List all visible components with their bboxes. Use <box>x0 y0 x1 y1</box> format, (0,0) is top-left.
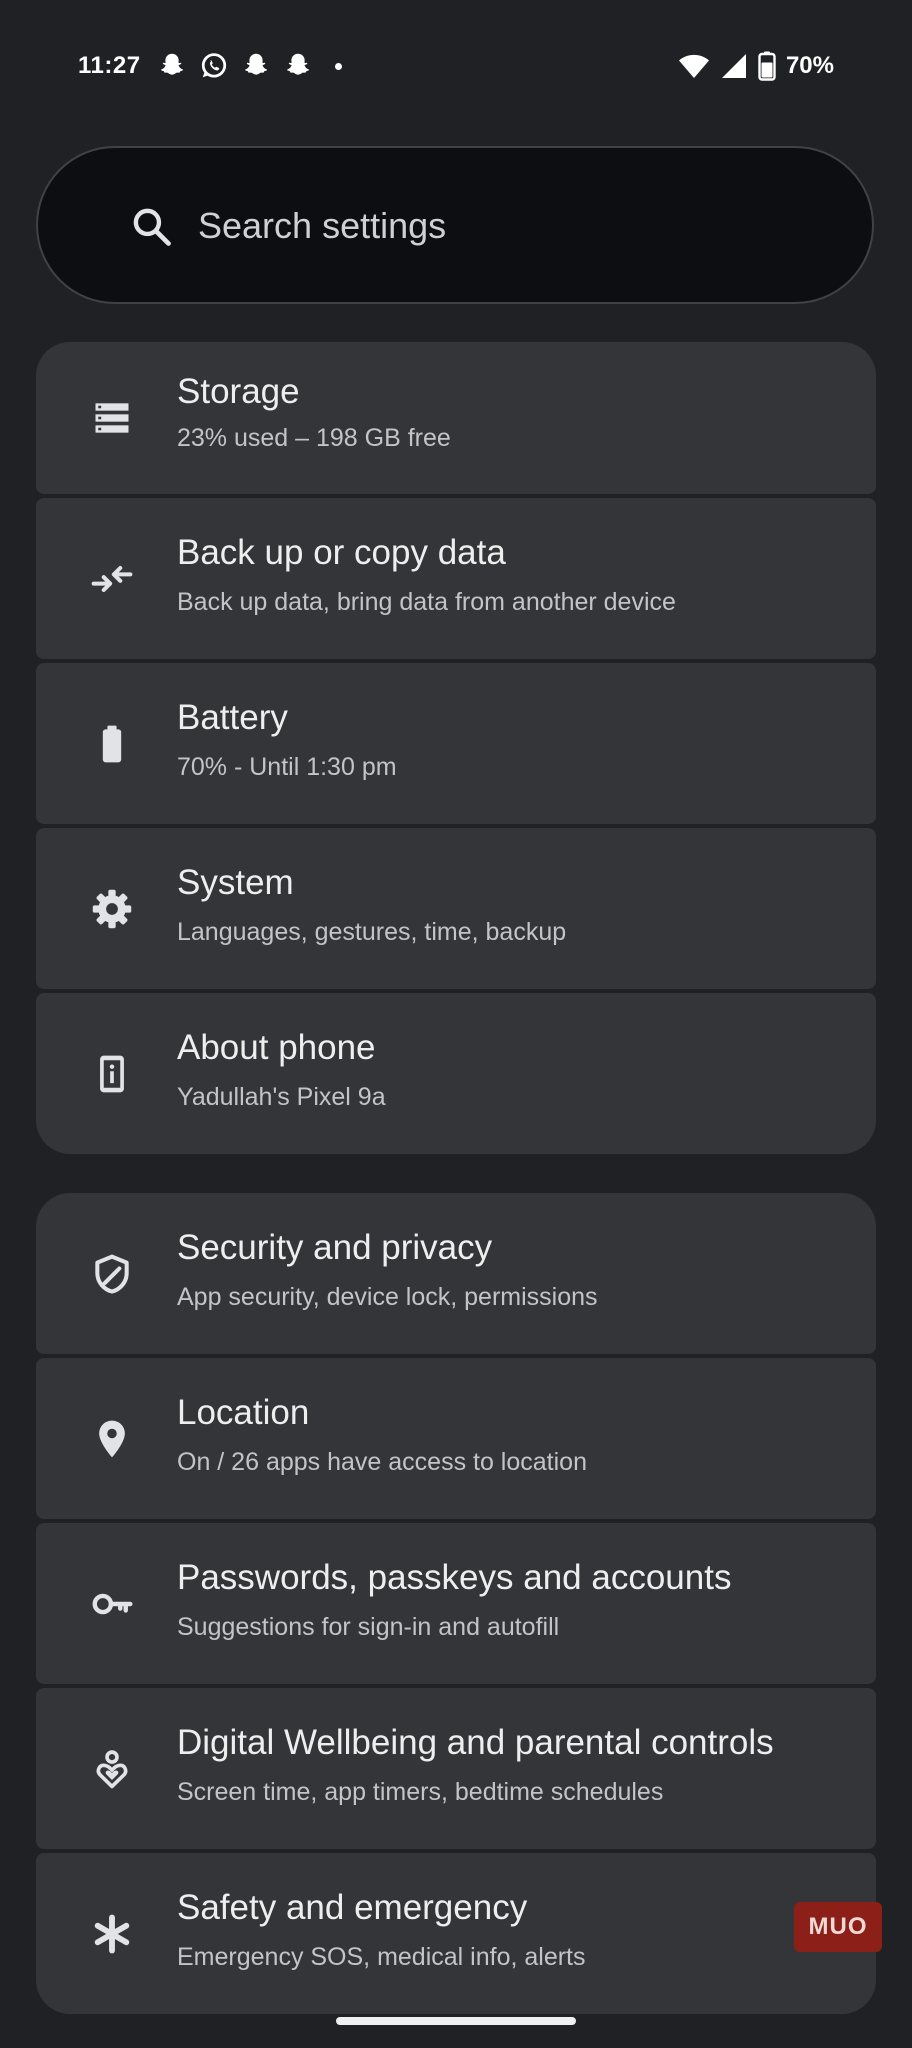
whatsapp-icon <box>201 53 226 78</box>
settings-item-storage[interactable]: Storage 23% used – 198 GB free <box>36 342 876 494</box>
status-bar-right: 70% <box>678 48 834 84</box>
settings-item-about-phone[interactable]: About phone Yadullah's Pixel 9a <box>36 993 876 1154</box>
settings-item-title: Passwords, passkeys and accounts <box>177 1558 732 1597</box>
snapchat-icon <box>286 53 309 75</box>
battery-icon <box>102 725 122 762</box>
settings-item-subtitle: 23% used – 198 GB free <box>177 424 451 452</box>
settings-item-safety-emergency[interactable]: Safety and emergency Emergency SOS, medi… <box>36 1853 876 2014</box>
settings-item-title: Security and privacy <box>177 1228 493 1267</box>
shield-icon <box>95 1254 129 1294</box>
settings-item-battery[interactable]: Battery 70% - Until 1:30 pm <box>36 663 876 824</box>
gear-icon <box>92 889 132 928</box>
cell-signal-icon <box>721 54 746 78</box>
search-placeholder: Search settings <box>198 205 447 246</box>
settings-item-subtitle: Emergency SOS, medical info, alerts <box>177 1943 586 1971</box>
watermark-text: MUO <box>808 1913 868 1940</box>
settings-item-title: Digital Wellbeing and parental controls <box>177 1723 774 1762</box>
snapchat-icon <box>160 53 183 75</box>
location-pin-icon <box>99 1420 125 1457</box>
settings-item-digital-wellbeing[interactable]: Digital Wellbeing and parental controls … <box>36 1688 876 1849</box>
battery-status-icon <box>758 51 776 81</box>
settings-item-subtitle: Suggestions for sign-in and autofill <box>177 1613 560 1641</box>
settings-item-title: Back up or copy data <box>177 533 506 572</box>
wifi-icon <box>678 54 709 78</box>
key-icon <box>92 1593 133 1614</box>
settings-item-subtitle: 70% - Until 1:30 pm <box>177 753 397 781</box>
settings-item-title: Battery <box>177 698 288 737</box>
settings-item-title: About phone <box>177 1028 376 1067</box>
settings-item-title: System <box>177 863 294 902</box>
settings-item-title: Location <box>177 1393 310 1432</box>
site-watermark: MUO <box>794 1902 882 1952</box>
settings-item-security-privacy[interactable]: Security and privacy App security, devic… <box>36 1193 876 1354</box>
more-notifications-dot <box>334 62 342 70</box>
snapchat-icon <box>244 53 267 75</box>
settings-item-subtitle: Languages, gestures, time, backup <box>177 918 567 946</box>
settings-item-subtitle: App security, device lock, permissions <box>177 1283 598 1311</box>
settings-item-subtitle: On / 26 apps have access to location <box>177 1448 587 1476</box>
backup-transfer-icon <box>91 565 133 592</box>
settings-item-passwords-accounts[interactable]: Passwords, passkeys and accounts Suggest… <box>36 1523 876 1684</box>
settings-item-title: Safety and emergency <box>177 1888 528 1927</box>
wellbeing-icon <box>96 1749 128 1788</box>
search-icon <box>133 208 171 246</box>
settings-item-subtitle: Back up data, bring data from another de… <box>177 588 676 616</box>
status-bar-left: 11:27 <box>78 48 342 84</box>
battery-percent: 70% <box>785 52 834 79</box>
status-bar: 11:27 70% <box>0 0 912 130</box>
search-settings-bar[interactable]: Search settings <box>36 146 874 304</box>
settings-item-backup[interactable]: Back up or copy data Back up data, bring… <box>36 498 876 659</box>
settings-item-location[interactable]: Location On / 26 apps have access to loc… <box>36 1358 876 1519</box>
settings-item-system[interactable]: System Languages, gestures, time, backup <box>36 828 876 989</box>
gesture-navigation-bar[interactable] <box>336 2017 576 2025</box>
phone-info-icon <box>100 1055 124 1092</box>
storage-icon <box>95 403 129 433</box>
settings-item-title: Storage <box>177 372 300 411</box>
settings-item-subtitle: Yadullah's Pixel 9a <box>177 1083 386 1111</box>
settings-item-subtitle: Screen time, app timers, bedtime schedul… <box>177 1778 664 1806</box>
asterisk-icon <box>94 1914 130 1953</box>
status-time: 11:27 <box>78 52 141 79</box>
